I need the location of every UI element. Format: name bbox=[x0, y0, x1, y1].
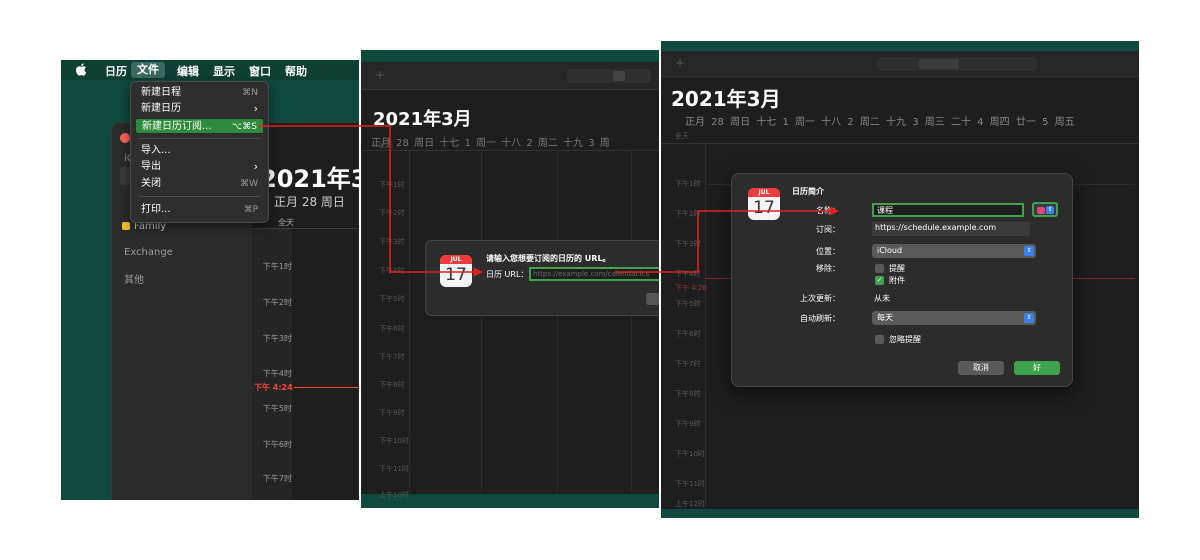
arrow-url-to-name-field bbox=[615, 206, 839, 273]
annotation-arrows bbox=[258, 125, 839, 277]
arrow-menu-to-url-dialog bbox=[258, 125, 483, 277]
